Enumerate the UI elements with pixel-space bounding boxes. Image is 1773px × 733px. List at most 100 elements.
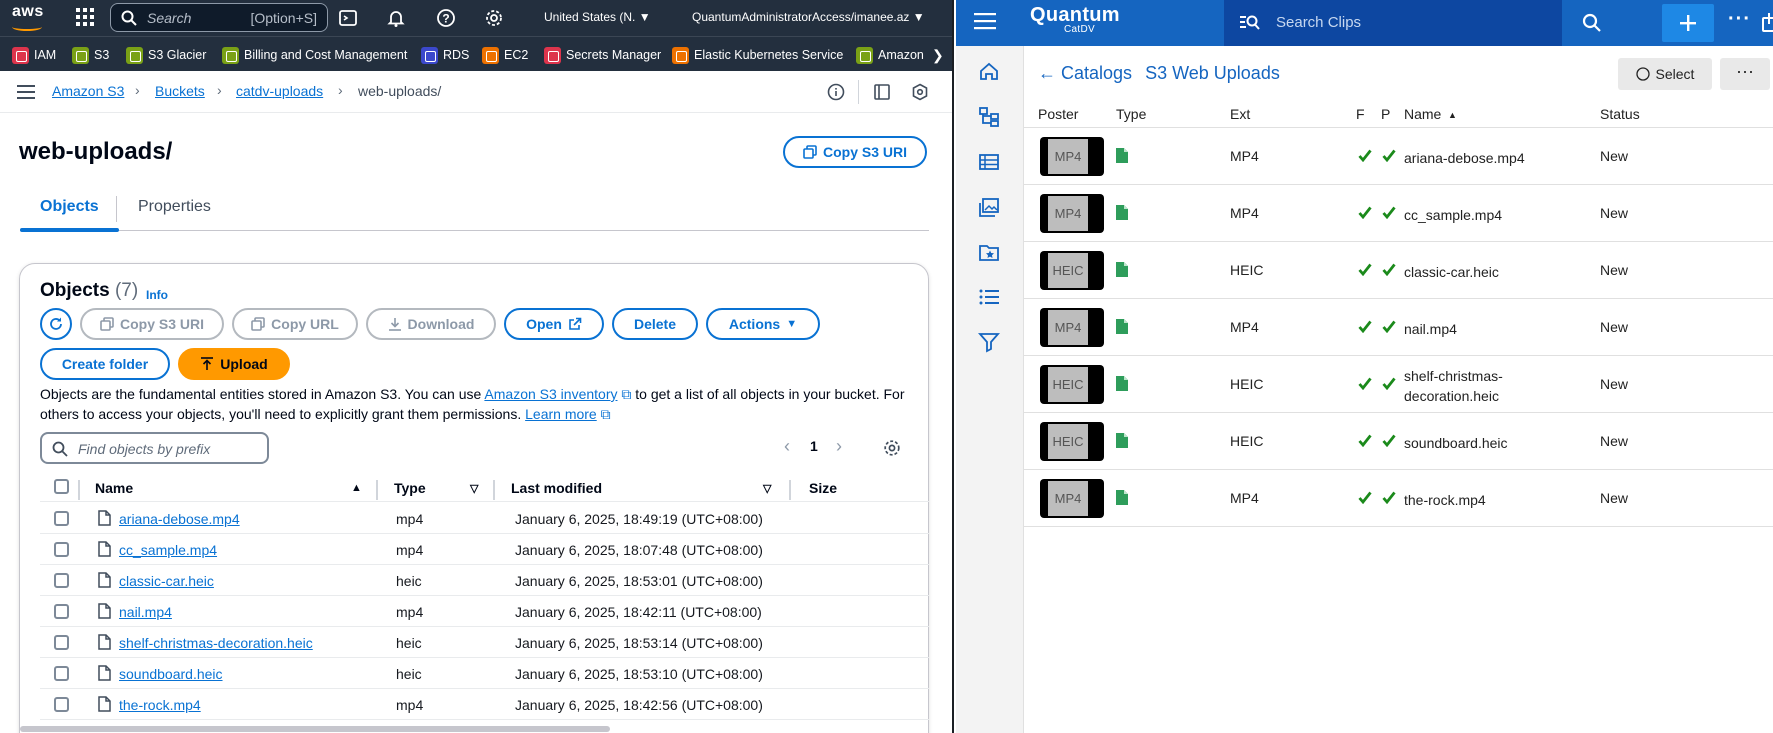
table-row[interactable]: shelf-christmas-decoration.heic heic Janua…: [40, 627, 929, 658]
add-button[interactable]: [1662, 4, 1714, 42]
clip-row[interactable]: MP4 MP4 nail.mp4 New: [1024, 299, 1773, 356]
column-name[interactable]: Name: [95, 480, 133, 496]
horizontal-scrollbar[interactable]: [20, 726, 610, 732]
row-checkbox[interactable]: [54, 511, 69, 526]
tab-properties[interactable]: Properties: [138, 198, 211, 216]
settings-gear-icon[interactable]: [484, 8, 504, 28]
bell-icon[interactable]: [386, 8, 406, 28]
object-name-link[interactable]: the-rock.mp4: [119, 697, 201, 713]
copy-s3-uri-button[interactable]: Copy S3 URI: [80, 308, 224, 340]
download-button[interactable]: Download: [366, 308, 496, 340]
clip-row[interactable]: HEIC HEIC soundboard.heic New: [1024, 413, 1773, 470]
learn-more-link[interactable]: Learn more: [525, 406, 597, 422]
hamburger-menu-icon[interactable]: [974, 12, 996, 30]
column-f[interactable]: F: [1356, 106, 1365, 122]
chevron-left-icon[interactable]: ‹: [784, 436, 790, 457]
row-checkbox[interactable]: [54, 635, 69, 650]
search-input[interactable]: Search [Option+S]: [110, 3, 328, 32]
hierarchy-icon[interactable]: [978, 106, 1000, 128]
fav-billing[interactable]: Billing and Cost Management: [222, 46, 407, 64]
aws-logo[interactable]: aws: [12, 3, 44, 31]
clip-name[interactable]: the-rock.mp4: [1404, 490, 1544, 510]
cloudshell-icon[interactable]: [338, 8, 358, 28]
sort-ascending-icon[interactable]: ▲: [1448, 110, 1457, 120]
hexagon-settings-icon[interactable]: [911, 83, 929, 101]
clip-row[interactable]: MP4 MP4 the-rock.mp4 New: [1024, 470, 1773, 527]
open-button[interactable]: Open: [504, 308, 604, 340]
filter-icon[interactable]: [978, 331, 1000, 353]
clip-row[interactable]: MP4 MP4 ariana-debose.mp4 New: [1024, 128, 1773, 185]
upload-button[interactable]: Upload: [178, 348, 290, 380]
clip-search-input[interactable]: Search Clips: [1224, 0, 1562, 46]
region-selector[interactable]: United States (N. ▼: [544, 10, 651, 24]
object-name-link[interactable]: soundboard.heic: [119, 666, 223, 682]
poster-thumbnail[interactable]: HEIC: [1040, 422, 1104, 461]
column-type[interactable]: Type: [1116, 106, 1146, 122]
fav-eks[interactable]: Elastic Kubernetes Service: [672, 46, 843, 64]
more-button[interactable]: ···: [1720, 58, 1770, 90]
copy-s3-uri-top-button[interactable]: Copy S3 URI: [783, 136, 927, 168]
column-ext[interactable]: Ext: [1230, 106, 1250, 122]
help-icon[interactable]: ?: [436, 8, 456, 28]
more-options-icon[interactable]: ···: [1728, 8, 1751, 31]
table-row[interactable]: ariana-debose.mp4 mp4 January 6, 2025, 18:…: [40, 503, 929, 534]
column-size[interactable]: Size: [809, 480, 837, 496]
find-objects-input[interactable]: Find objects by prefix: [40, 432, 269, 464]
clip-name[interactable]: classic-car.heic: [1404, 262, 1544, 282]
poster-thumbnail[interactable]: MP4: [1040, 137, 1104, 176]
delete-button[interactable]: Delete: [612, 308, 698, 340]
list-table-icon[interactable]: [978, 151, 1000, 173]
column-status[interactable]: Status: [1600, 106, 1640, 122]
sort-ascending-icon[interactable]: ▲: [351, 482, 362, 494]
fav-iam[interactable]: IAM: [12, 46, 56, 64]
breadcrumb-amazon-s3[interactable]: Amazon S3: [52, 83, 124, 99]
clip-name[interactable]: shelf-christmas-decoration.heic: [1404, 366, 1544, 406]
info-circle-icon[interactable]: [827, 83, 845, 101]
copy-url-button[interactable]: Copy URL: [232, 308, 358, 340]
row-checkbox[interactable]: [54, 666, 69, 681]
search-icon[interactable]: [1582, 13, 1602, 33]
fav-amazon[interactable]: Amazon: [856, 46, 924, 64]
column-p[interactable]: P: [1381, 106, 1390, 122]
object-name-link[interactable]: nail.mp4: [119, 604, 172, 620]
sort-icon[interactable]: ▽: [763, 482, 771, 495]
fav-secrets-manager[interactable]: Secrets Manager: [544, 46, 661, 64]
object-name-link[interactable]: cc_sample.mp4: [119, 542, 217, 558]
sort-icon[interactable]: ▽: [470, 482, 478, 495]
row-checkbox[interactable]: [54, 604, 69, 619]
object-name-link[interactable]: ariana-debose.mp4: [119, 511, 240, 527]
poster-thumbnail[interactable]: MP4: [1040, 194, 1104, 233]
poster-thumbnail[interactable]: MP4: [1040, 479, 1104, 518]
chevron-right-icon[interactable]: ›: [836, 436, 842, 457]
table-row[interactable]: classic-car.heic heic January 6, 2025, 18:…: [40, 565, 929, 596]
column-name[interactable]: Name: [1404, 106, 1441, 122]
info-link[interactable]: Info: [146, 288, 168, 302]
select-all-checkbox[interactable]: [54, 479, 69, 494]
column-last-modified[interactable]: Last modified: [511, 480, 602, 496]
object-name-link[interactable]: classic-car.heic: [119, 573, 214, 589]
breadcrumb-catalogs[interactable]: Catalogs: [1061, 63, 1132, 83]
tab-objects[interactable]: Objects: [20, 198, 119, 232]
clip-name[interactable]: soundboard.heic: [1404, 433, 1544, 453]
row-checkbox[interactable]: [54, 542, 69, 557]
select-button[interactable]: Select: [1618, 58, 1712, 90]
fav-s3-glacier[interactable]: S3 Glacier: [126, 46, 206, 64]
clip-row[interactable]: MP4 MP4 cc_sample.mp4 New: [1024, 185, 1773, 242]
share-icon[interactable]: [1762, 12, 1773, 32]
row-checkbox[interactable]: [54, 573, 69, 588]
poster-thumbnail[interactable]: HEIC: [1040, 365, 1104, 404]
clip-row[interactable]: HEIC HEIC classic-car.heic New: [1024, 242, 1773, 299]
search-list-icon[interactable]: [1240, 13, 1260, 31]
s3-inventory-link[interactable]: Amazon S3 inventory: [484, 386, 617, 402]
hamburger-menu-icon[interactable]: [17, 84, 35, 100]
account-menu[interactable]: QuantumAdministratorAccess/imanee.az ▼: [692, 10, 925, 24]
table-settings-gear-icon[interactable]: [883, 439, 901, 457]
row-checkbox[interactable]: [54, 697, 69, 712]
home-icon[interactable]: [978, 60, 1000, 82]
clip-name[interactable]: ariana-debose.mp4: [1404, 148, 1544, 168]
folder-star-icon[interactable]: [978, 241, 1000, 263]
poster-thumbnail[interactable]: MP4: [1040, 308, 1104, 347]
table-row[interactable]: the-rock.mp4 mp4 January 6, 2025, 18:42:56…: [40, 689, 929, 720]
clip-name[interactable]: cc_sample.mp4: [1404, 205, 1544, 225]
back-arrow-icon[interactable]: ←: [1038, 63, 1056, 83]
